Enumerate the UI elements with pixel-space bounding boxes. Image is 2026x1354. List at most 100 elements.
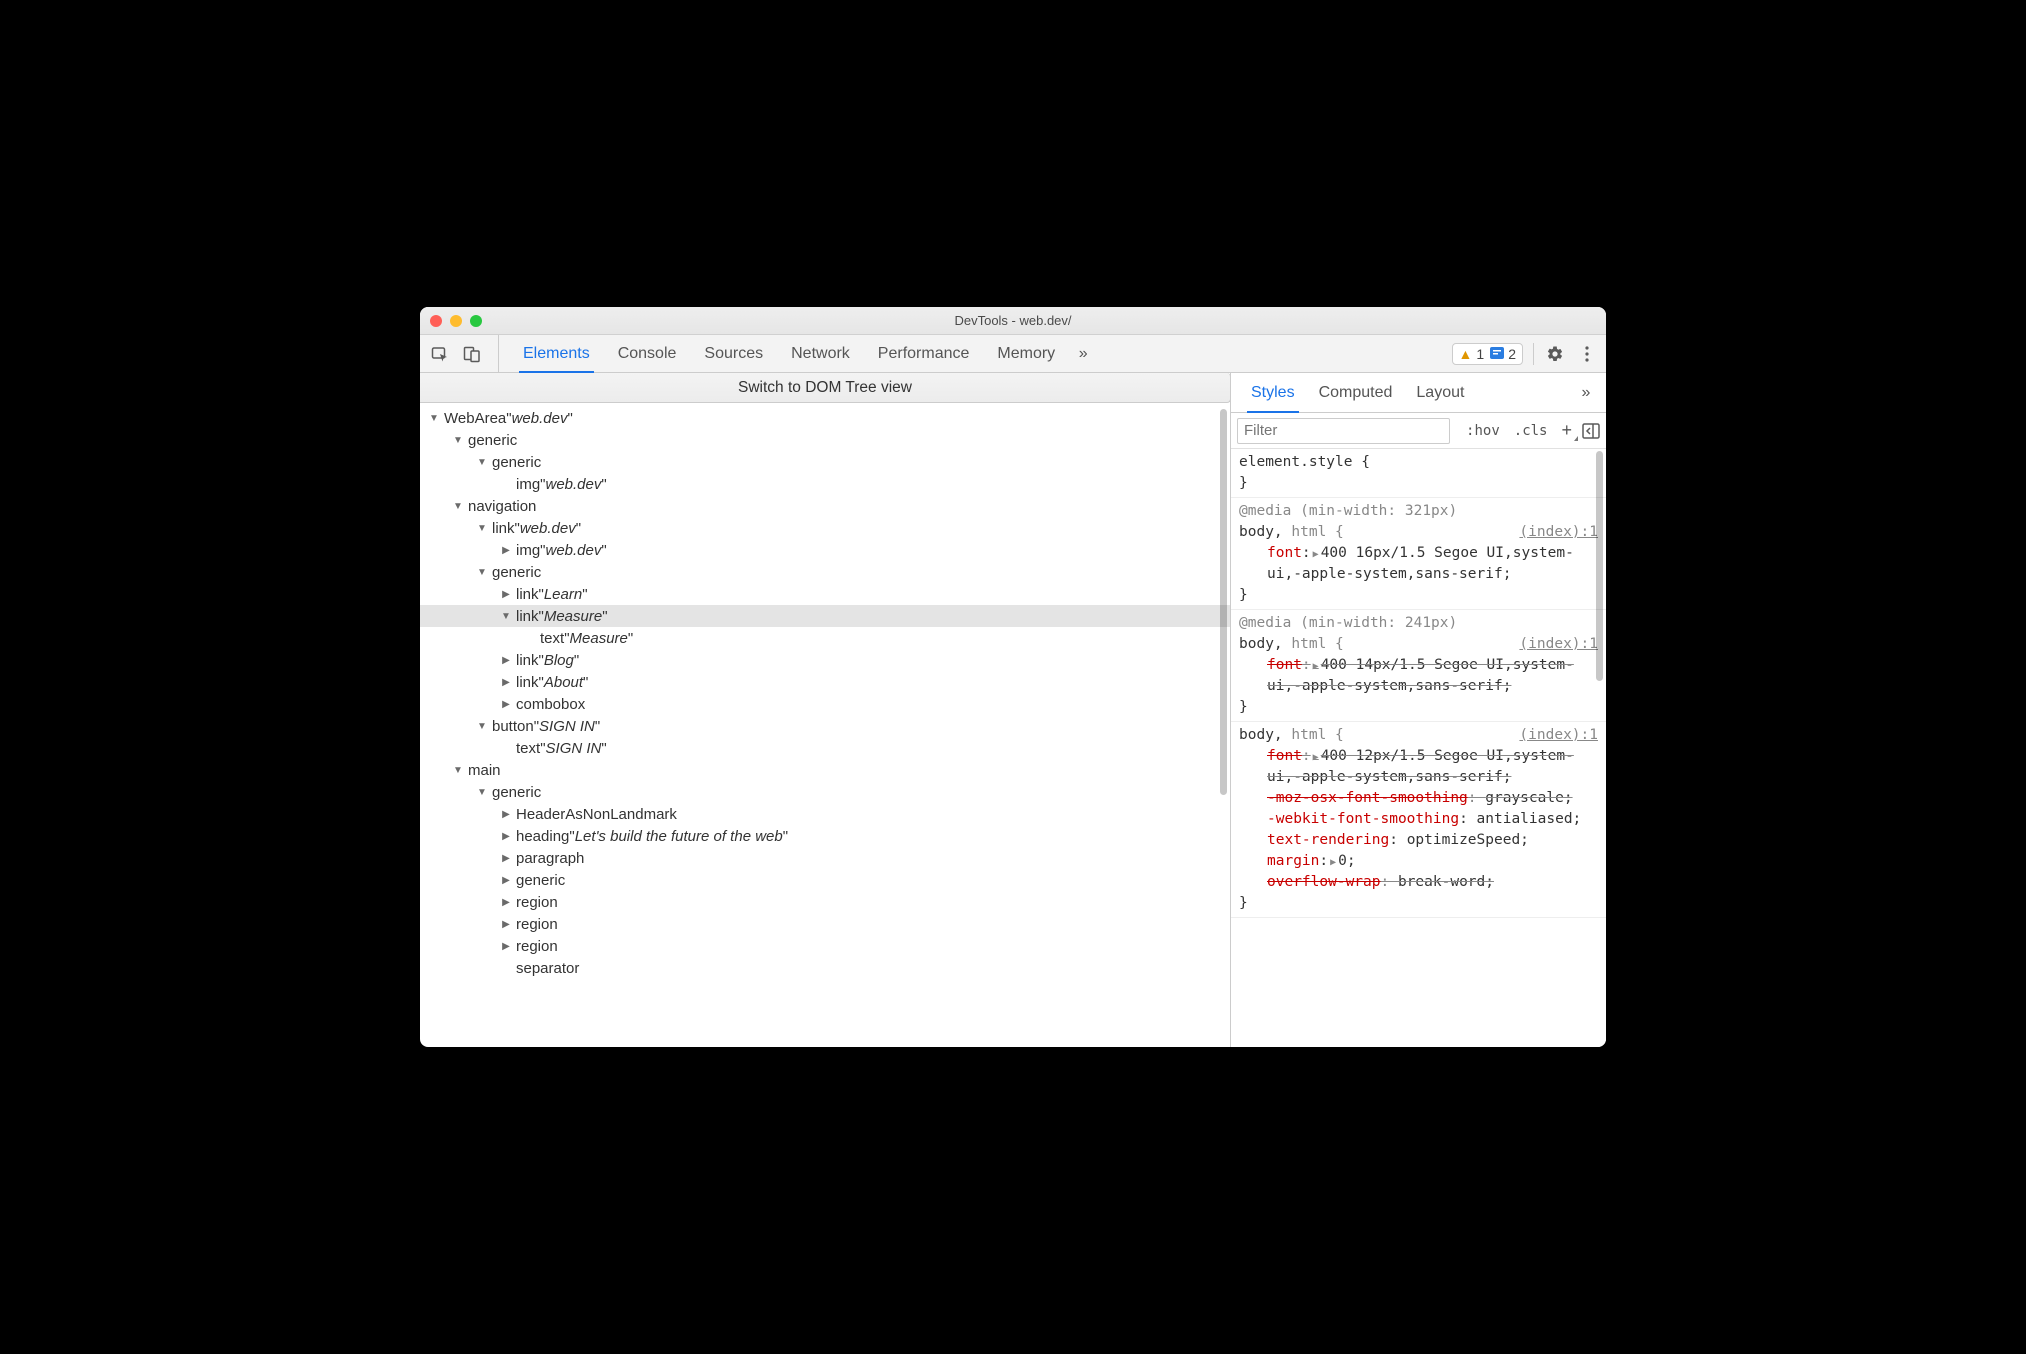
expand-arrow-down-icon[interactable]: ▼ (500, 611, 512, 622)
expand-arrow-right-icon[interactable]: ▶ (500, 589, 512, 600)
source-link[interactable]: (index):1 (1519, 634, 1598, 655)
panel-tabs-overflow-icon[interactable]: » (1069, 345, 1097, 363)
expand-arrow-right-icon[interactable]: ▶ (500, 699, 512, 710)
expand-arrow-down-icon[interactable]: ▼ (476, 721, 488, 732)
ax-tree-node[interactable]: ▼navigation (420, 495, 1230, 517)
source-link[interactable]: (index):1 (1519, 725, 1598, 746)
expand-arrow-right-icon[interactable]: ▶ (500, 897, 512, 908)
styles-tab-computed[interactable]: Computed (1307, 373, 1405, 412)
ax-role-label: HeaderAsNonLandmark (516, 806, 677, 823)
ax-tree-node[interactable]: ▶img "web.dev" (420, 539, 1230, 561)
warnings-badge[interactable]: ▲ 1 (1459, 346, 1485, 362)
expand-arrow-down-icon[interactable]: ▼ (476, 567, 488, 578)
ax-tree-node[interactable]: ▶link "Blog" (420, 649, 1230, 671)
styles-rules-list[interactable]: element.style {}@media (min-width: 321px… (1231, 449, 1606, 1047)
expand-arrow-right-icon[interactable]: ▶ (500, 677, 512, 688)
inspect-element-icon[interactable] (428, 342, 452, 366)
new-style-rule-button[interactable]: + (1557, 420, 1576, 441)
styles-tabs-overflow-icon[interactable]: » (1572, 384, 1600, 402)
ax-tree-node[interactable]: ▶img "web.dev" (420, 473, 1230, 495)
css-rule[interactable]: @media (min-width: 241px)body, html {(in… (1231, 610, 1606, 722)
expand-arrow-right-icon[interactable]: ▶ (500, 875, 512, 886)
ax-tree-node[interactable]: ▶heading "Let's build the future of the … (420, 825, 1230, 847)
ax-tree-node[interactable]: ▶link "About" (420, 671, 1230, 693)
ax-tree-node[interactable]: ▶link "Learn" (420, 583, 1230, 605)
ax-tree-node[interactable]: ▶generic (420, 869, 1230, 891)
separator (1533, 343, 1534, 365)
expand-arrow-down-icon[interactable]: ▼ (428, 413, 440, 424)
device-toggle-icon[interactable] (460, 342, 484, 366)
settings-gear-icon[interactable] (1544, 345, 1566, 363)
expand-arrow-down-icon[interactable]: ▼ (452, 501, 464, 512)
computed-panel-toggle-icon[interactable] (1582, 423, 1600, 439)
ax-tree-node[interactable]: ▼WebArea "web.dev" (420, 407, 1230, 429)
ax-tree-node[interactable]: ▼generic (420, 429, 1230, 451)
ax-tree-node[interactable]: ▶combobox (420, 693, 1230, 715)
css-declaration[interactable]: -moz-osx-font-smoothing: grayscale; (1239, 788, 1598, 809)
minimize-window-button[interactable] (450, 315, 462, 327)
expand-arrow-down-icon[interactable]: ▼ (452, 765, 464, 776)
ax-tree-node[interactable]: ▶text "SIGN IN" (420, 737, 1230, 759)
expand-arrow-down-icon[interactable]: ▼ (476, 523, 488, 534)
ax-tree-node[interactable]: ▼link "web.dev" (420, 517, 1230, 539)
expand-arrow-down-icon[interactable]: ▼ (476, 787, 488, 798)
expand-arrow-right-icon[interactable]: ▶ (500, 655, 512, 666)
tree-scrollbar[interactable] (1220, 409, 1227, 795)
ax-tree-node[interactable]: ▼generic (420, 451, 1230, 473)
hov-toggle-button[interactable]: :hov (1462, 423, 1504, 439)
ax-tree-node[interactable]: ▼button "SIGN IN" (420, 715, 1230, 737)
expand-arrow-right-icon[interactable]: ▶ (500, 809, 512, 820)
expand-arrow-down-icon[interactable]: ▼ (476, 457, 488, 468)
source-link[interactable]: (index):1 (1519, 522, 1598, 543)
more-menu-icon[interactable] (1576, 346, 1598, 362)
ax-tree-node[interactable]: ▶ region (420, 935, 1230, 957)
expand-arrow-right-icon[interactable]: ▶ (500, 919, 512, 930)
styles-tab-styles[interactable]: Styles (1239, 373, 1307, 412)
accessibility-tree[interactable]: ▼WebArea "web.dev"▼generic▼generic▶img "… (420, 403, 1230, 1047)
ax-tree-node[interactable]: ▶text "Measure" (420, 627, 1230, 649)
css-declaration[interactable]: font:▶400 12px/1.5 Segoe UI,system-ui,-a… (1239, 746, 1598, 788)
ax-tree-node[interactable]: ▶separator (420, 957, 1230, 979)
ax-tree-node[interactable]: ▼main (420, 759, 1230, 781)
ax-tree-node[interactable]: ▶region (420, 891, 1230, 913)
panel-tab-elements[interactable]: Elements (509, 335, 604, 372)
css-declaration[interactable]: font:▶400 14px/1.5 Segoe UI,system-ui,-a… (1239, 655, 1598, 697)
css-declaration[interactable]: text-rendering: optimizeSpeed; (1239, 830, 1598, 851)
zoom-window-button[interactable] (470, 315, 482, 327)
css-declaration[interactable]: margin:▶0; (1239, 851, 1598, 872)
css-declaration[interactable]: overflow-wrap: break-word; (1239, 872, 1598, 893)
expand-arrow-right-icon[interactable]: ▶ (500, 941, 512, 952)
info-badge[interactable]: 2 (1490, 346, 1516, 362)
ax-tree-node[interactable]: ▶ region (420, 913, 1230, 935)
css-declaration[interactable]: -webkit-font-smoothing: antialiased; (1239, 809, 1598, 830)
panel-tab-console[interactable]: Console (604, 335, 691, 372)
issues-badge-group[interactable]: ▲ 1 2 (1452, 343, 1523, 365)
expand-arrow-down-icon[interactable]: ▼ (452, 435, 464, 446)
ax-tree-node[interactable]: ▼generic (420, 781, 1230, 803)
css-rule[interactable]: body, html {(index):1font:▶400 12px/1.5 … (1231, 722, 1606, 918)
ax-tree-node[interactable]: ▶ HeaderAsNonLandmark (420, 803, 1230, 825)
ax-name-label: Measure (544, 608, 602, 625)
css-selector: body, (1239, 636, 1283, 652)
ax-tree-node[interactable]: ▼link "Measure" (420, 605, 1230, 627)
expand-arrow-right-icon[interactable]: ▶ (500, 545, 512, 556)
css-rule[interactable]: @media (min-width: 321px)body, html {(in… (1231, 498, 1606, 610)
switch-to-dom-tree-button[interactable]: Switch to DOM Tree view (420, 373, 1231, 403)
ax-tree-node[interactable]: ▼generic (420, 561, 1230, 583)
ax-role-label: region (516, 938, 558, 955)
css-declaration[interactable]: font:▶400 16px/1.5 Segoe UI,system-ui,-a… (1239, 543, 1598, 585)
close-window-button[interactable] (430, 315, 442, 327)
ax-role-label: region (516, 916, 558, 933)
styles-scrollbar[interactable] (1596, 451, 1603, 681)
expand-arrow-right-icon[interactable]: ▶ (500, 831, 512, 842)
ax-tree-node[interactable]: ▶paragraph (420, 847, 1230, 869)
panel-tab-performance[interactable]: Performance (864, 335, 984, 372)
panel-tab-sources[interactable]: Sources (690, 335, 777, 372)
panel-tab-memory[interactable]: Memory (983, 335, 1069, 372)
styles-tab-layout[interactable]: Layout (1404, 373, 1476, 412)
styles-filter-input[interactable] (1237, 418, 1450, 444)
panel-tab-network[interactable]: Network (777, 335, 864, 372)
expand-arrow-right-icon[interactable]: ▶ (500, 853, 512, 864)
cls-toggle-button[interactable]: .cls (1510, 423, 1552, 439)
element-style-rule[interactable]: element.style {} (1231, 449, 1606, 498)
